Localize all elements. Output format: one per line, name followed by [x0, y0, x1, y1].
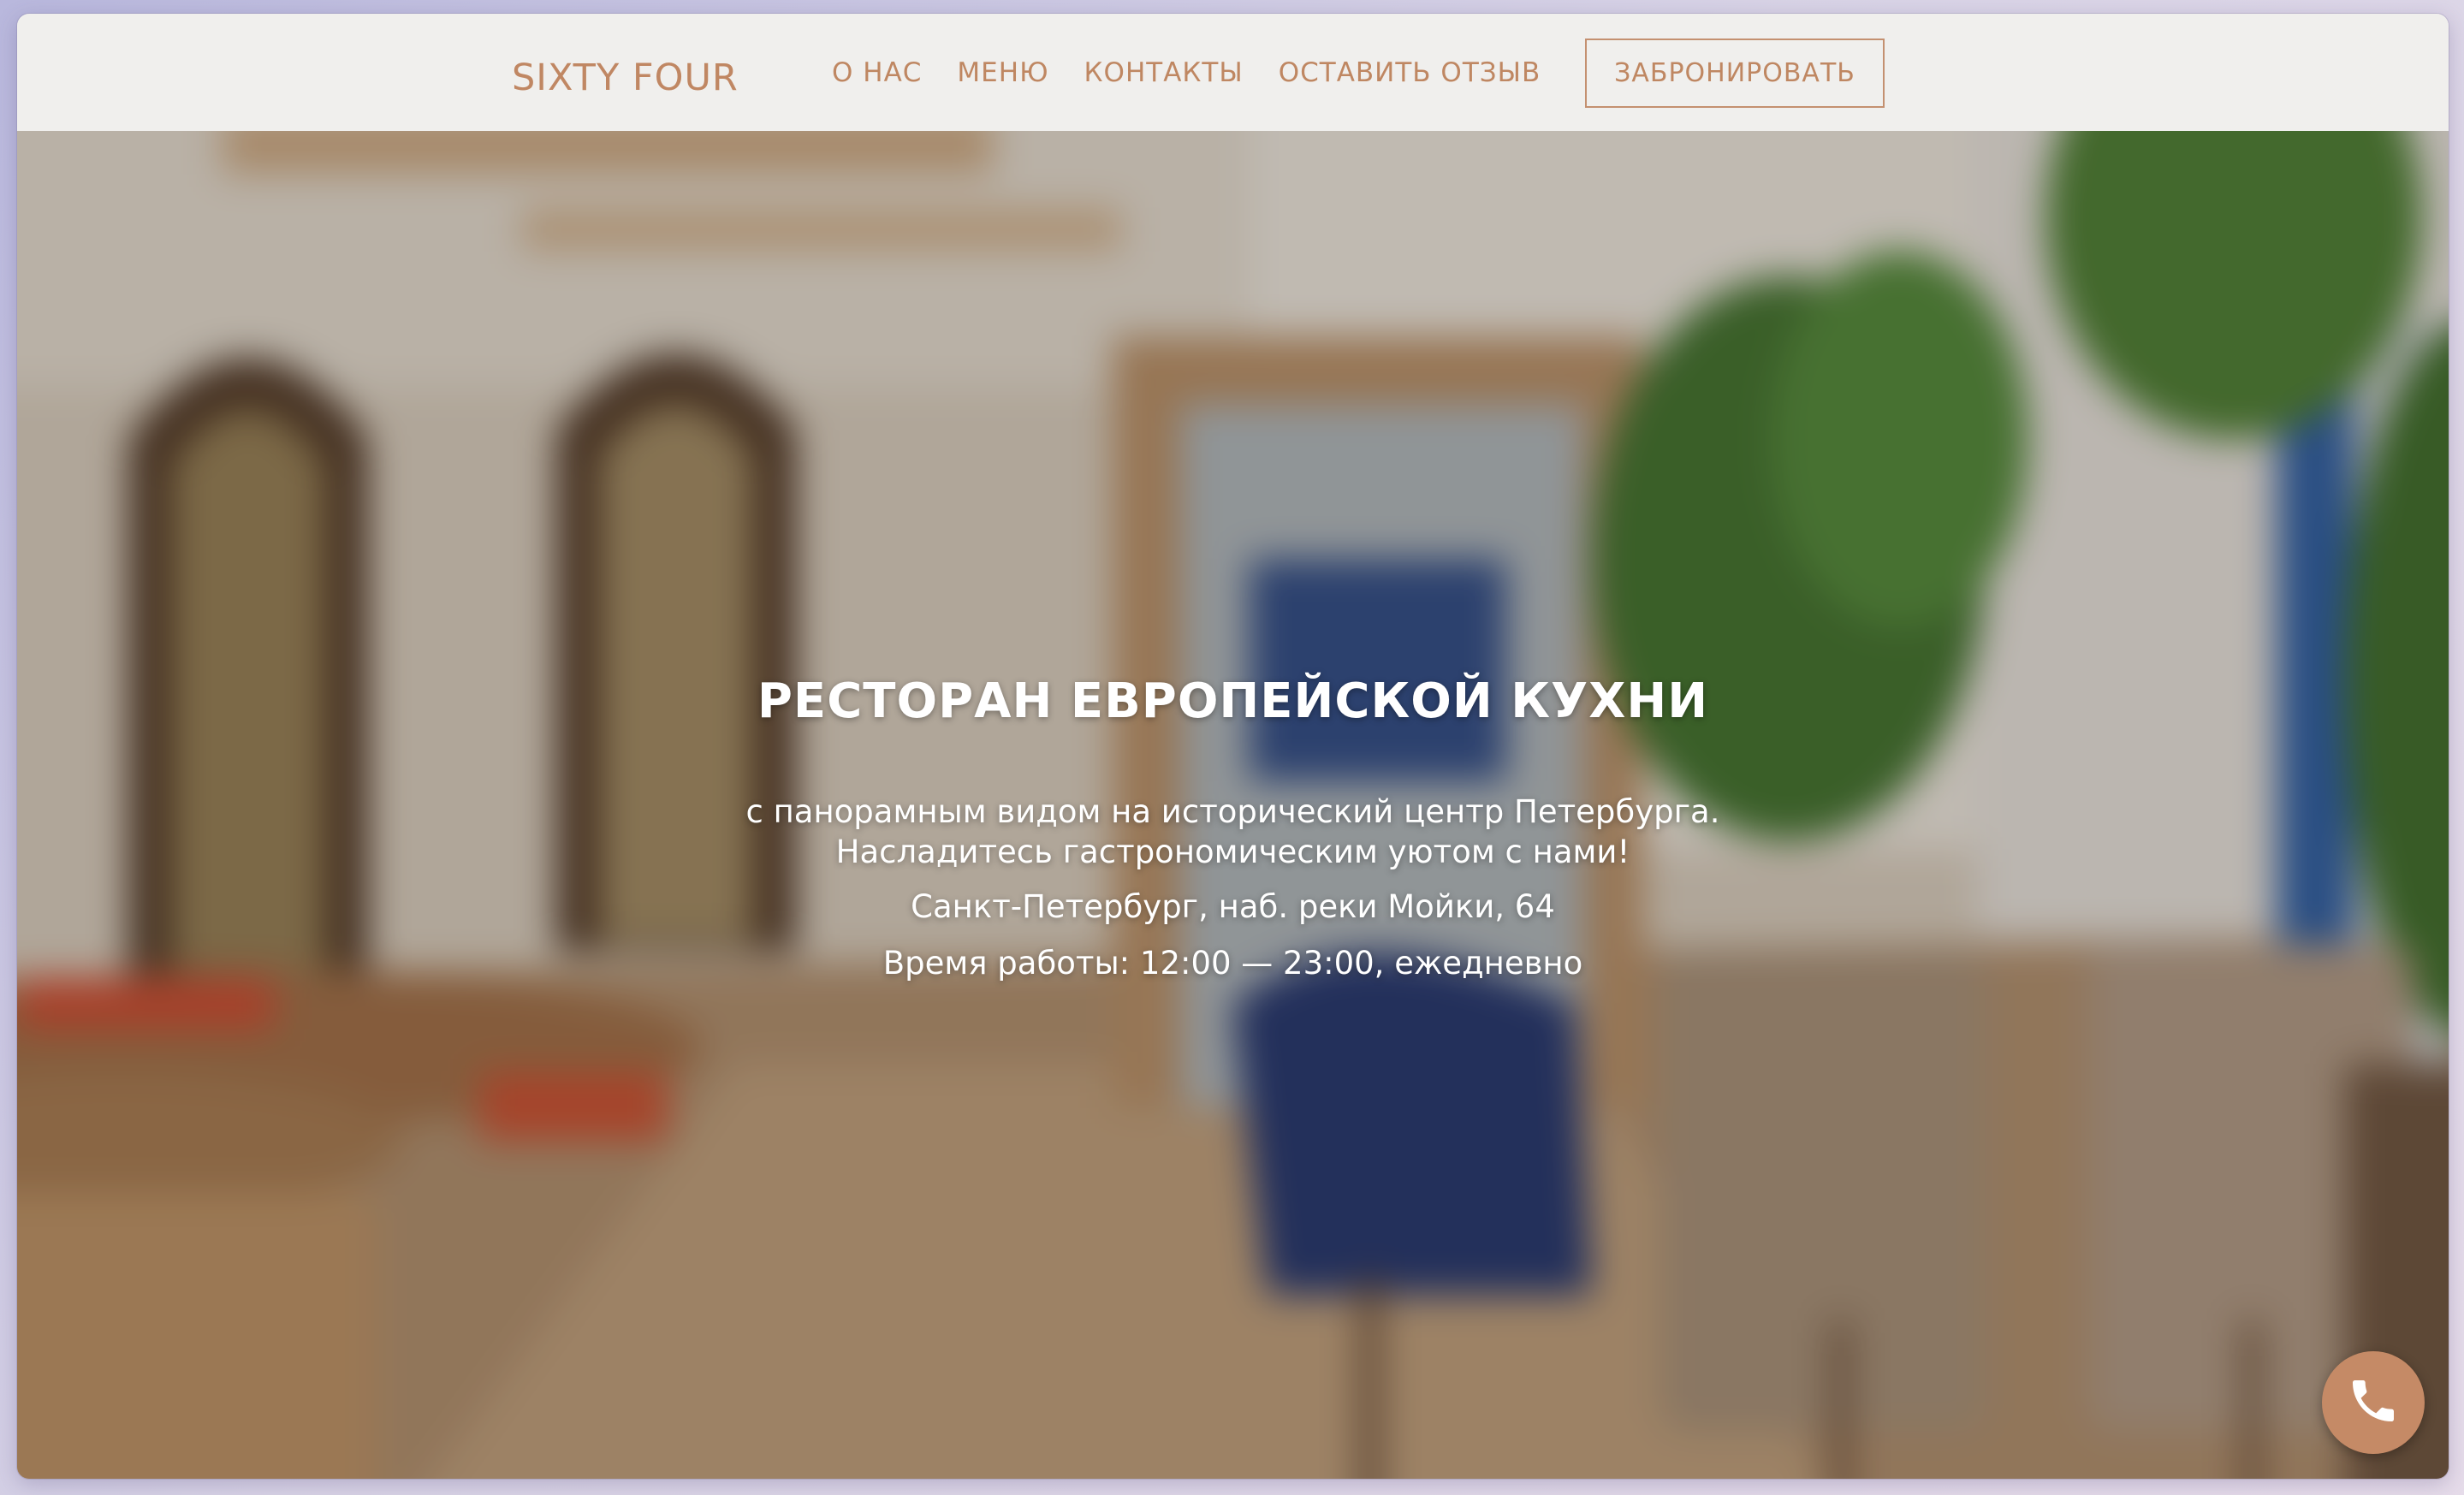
hero-hours: Время работы: 12:00 — 23:00, ежедневно [882, 945, 1583, 982]
call-button[interactable] [2322, 1351, 2425, 1454]
hero-subtitle-line-1: с панорамным видом на исторический центр… [745, 793, 1720, 830]
hero-subtitle-line-2: Насладитесь гастрономическим уютом с нам… [835, 834, 1630, 870]
hero-title: РЕСТОРАН ЕВРОПЕЙСКОЙ КУХНИ [757, 673, 1709, 729]
browser-window: SIXTY FOUR О НАС МЕНЮ КОНТАКТЫ ОСТАВИТЬ … [17, 14, 2449, 1479]
hero-subtitle: с панорамным видом на исторический центр… [17, 792, 2449, 872]
hero-section: РЕСТОРАН ЕВРОПЕЙСКОЙ КУХНИ с панорамным … [17, 131, 2449, 1479]
nav-menu[interactable]: МЕНЮ [957, 57, 1048, 88]
phone-icon [2346, 1373, 2401, 1433]
site-header: SIXTY FOUR О НАС МЕНЮ КОНТАКТЫ ОСТАВИТЬ … [17, 14, 2449, 131]
hero-address: Санкт-Петербург, наб. реки Мойки, 64 [911, 888, 1555, 925]
logo[interactable]: SIXTY FOUR [512, 56, 739, 99]
main-nav: О НАС МЕНЮ КОНТАКТЫ ОСТАВИТЬ ОТЗЫВ [832, 14, 1576, 131]
nav-about[interactable]: О НАС [832, 57, 922, 88]
nav-contacts[interactable]: КОНТАКТЫ [1084, 57, 1244, 88]
book-button[interactable]: ЗАБРОНИРОВАТЬ [1585, 39, 1885, 108]
nav-review[interactable]: ОСТАВИТЬ ОТЗЫВ [1279, 57, 1541, 88]
